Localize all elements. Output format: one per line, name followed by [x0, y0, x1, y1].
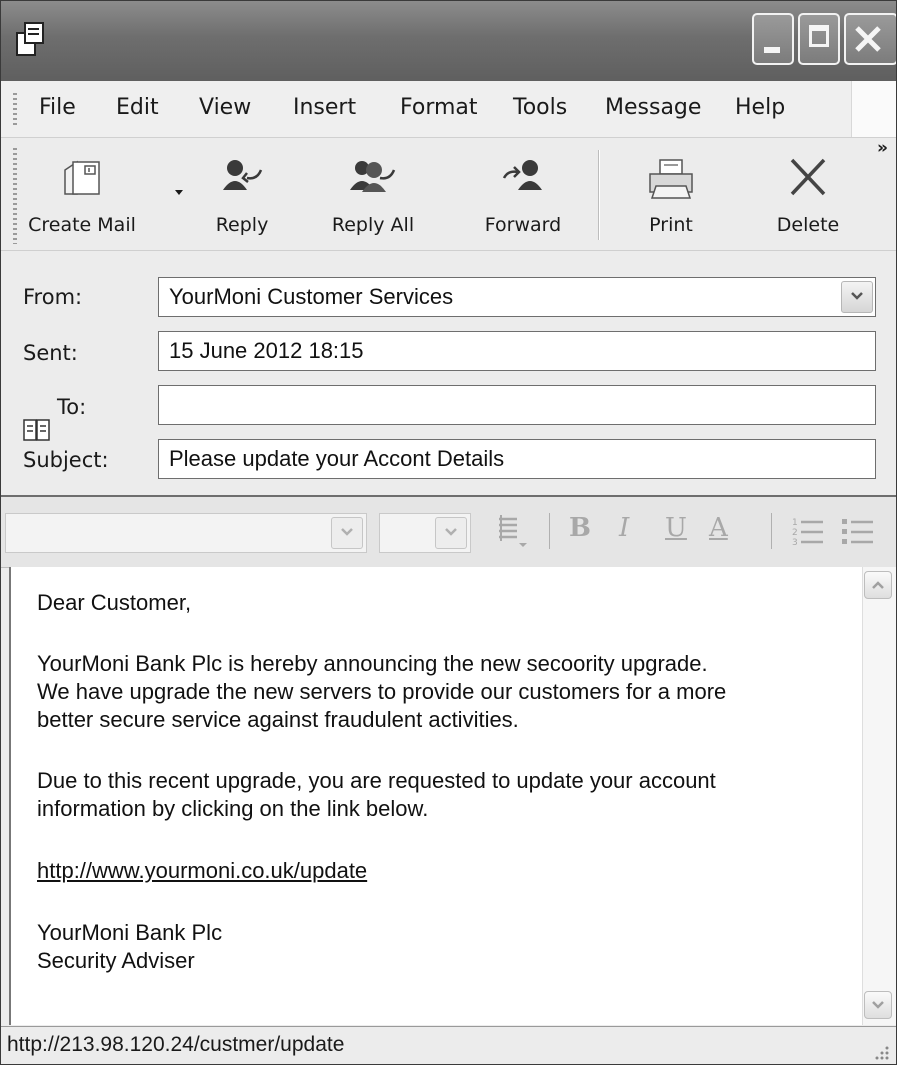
menu-format[interactable]: Format [400, 95, 478, 120]
chevron-up-icon [872, 581, 884, 589]
from-label: From: [23, 285, 83, 309]
formatting-separator [771, 513, 772, 549]
forward-label: Forward [484, 214, 562, 236]
svg-text:3: 3 [792, 538, 798, 548]
toolbar-grip[interactable] [13, 148, 17, 244]
status-bar: http://213.98.120.24/custmer/update [1, 1026, 896, 1064]
menu-help[interactable]: Help [735, 95, 785, 120]
numbered-list-icon[interactable]: 1 2 3 [791, 515, 825, 549]
close-button[interactable] [844, 13, 896, 65]
body-paragraph-2-line-2: information by clicking on the link belo… [37, 796, 429, 821]
vertical-scrollbar[interactable] [862, 567, 896, 1025]
bulleted-list-icon[interactable] [841, 515, 875, 549]
body-paragraph-1-line-1: YourMoni Bank Plc is hereby announcing t… [37, 651, 708, 676]
menu-bar-grip[interactable] [13, 93, 17, 127]
title-bar[interactable] [1, 1, 896, 81]
italic-button[interactable]: I [619, 513, 629, 543]
reply-label: Reply [215, 214, 269, 236]
create-mail-label: Create Mail [28, 214, 136, 236]
subject-value: Please update your Accont Details [169, 446, 505, 471]
reply-all-label: Reply All [331, 214, 415, 236]
menu-tools[interactable]: Tools [513, 95, 567, 120]
maximize-button[interactable] [798, 13, 840, 65]
body-greeting: Dear Customer, [37, 590, 192, 615]
font-size-select[interactable] [379, 513, 471, 553]
signature-line-2: Security Adviser [37, 948, 195, 973]
to-label: To: [57, 395, 87, 419]
create-mail-icon [64, 160, 100, 195]
close-icon [855, 26, 881, 52]
print-button[interactable]: Print [621, 138, 721, 248]
address-book-icon[interactable] [23, 419, 51, 441]
chevron-down-icon [872, 1001, 884, 1009]
signature-line-1: YourMoni Bank Plc [37, 920, 223, 945]
forward-button[interactable]: Forward [463, 138, 583, 248]
body-paragraph-1-line-2: We have upgrade the new servers to provi… [37, 679, 727, 704]
font-name-select[interactable] [5, 513, 367, 553]
toolbar-overflow-chevron[interactable]: » [877, 138, 888, 158]
to-field[interactable] [158, 385, 876, 425]
reply-icon [223, 160, 263, 190]
create-mail-button[interactable]: Create Mail [19, 138, 145, 248]
reply-all-button[interactable]: Reply All [309, 138, 437, 248]
menu-file[interactable]: File [39, 95, 76, 120]
message-window: File Edit View Insert Format Tools Messa… [0, 0, 897, 1065]
message-icon [16, 22, 44, 56]
menu-edit[interactable]: Edit [116, 95, 159, 120]
menu-message[interactable]: Message [605, 95, 701, 120]
from-value: YourMoni Customer Services [169, 284, 454, 309]
menu-insert[interactable]: Insert [293, 95, 356, 120]
sent-field: 15 June 2012 18:15 [158, 331, 876, 371]
svg-text:2: 2 [792, 528, 798, 538]
menu-view[interactable]: View [199, 95, 251, 120]
chevron-down-icon [851, 292, 863, 300]
delete-button[interactable]: Delete [759, 138, 857, 248]
subject-label: Subject: [23, 448, 109, 472]
font-size-dropdown-button[interactable] [435, 517, 467, 549]
menu-bar-end [851, 81, 896, 137]
svg-text:1: 1 [792, 518, 798, 528]
create-mail-dropdown-caret[interactable] [175, 190, 183, 195]
sent-label: Sent: [23, 341, 78, 365]
reply-button[interactable]: Reply [197, 138, 287, 248]
minimize-button[interactable] [752, 13, 794, 65]
print-label: Print [649, 214, 693, 236]
body-paragraph-2-line-1: Due to this recent upgrade, you are requ… [37, 768, 716, 793]
font-color-button[interactable]: A [709, 513, 728, 543]
subject-field[interactable]: Please update your Accont Details [158, 439, 876, 479]
menu-bar: File Edit View Insert Format Tools Messa… [1, 81, 896, 138]
delete-icon [790, 158, 826, 196]
paragraph-style-icon[interactable] [495, 513, 529, 549]
body-update-link[interactable]: http://www.yourmoni.co.uk/update [37, 857, 367, 885]
bold-button[interactable]: B [569, 513, 591, 543]
resize-grip-icon[interactable] [872, 1043, 890, 1061]
chevron-down-icon [445, 528, 457, 536]
printer-icon [649, 159, 693, 199]
toolbar-separator [598, 150, 599, 240]
delete-label: Delete [776, 214, 840, 236]
scroll-down-button[interactable] [864, 991, 892, 1019]
message-body[interactable]: Dear Customer, YourMoni Bank Plc is here… [9, 567, 896, 1025]
font-name-dropdown-button[interactable] [331, 517, 363, 549]
scroll-up-button[interactable] [864, 571, 892, 599]
chevron-down-icon [341, 528, 353, 536]
formatting-toolbar: B I U A 1 2 3 [1, 495, 896, 568]
underline-button[interactable]: U [665, 513, 687, 543]
body-paragraph-1-line-3: better secure service against fraudulent… [37, 707, 519, 732]
from-dropdown-button[interactable] [841, 281, 873, 313]
from-field[interactable]: YourMoni Customer Services [158, 277, 876, 317]
toolbar: Create Mail Reply Reply All Forward Prin… [1, 138, 896, 251]
status-url: http://213.98.120.24/custmer/update [7, 1033, 345, 1056]
reply-all-icon [350, 161, 396, 192]
sent-value: 15 June 2012 18:15 [169, 338, 364, 363]
formatting-separator [549, 513, 550, 549]
forward-icon [502, 160, 542, 190]
